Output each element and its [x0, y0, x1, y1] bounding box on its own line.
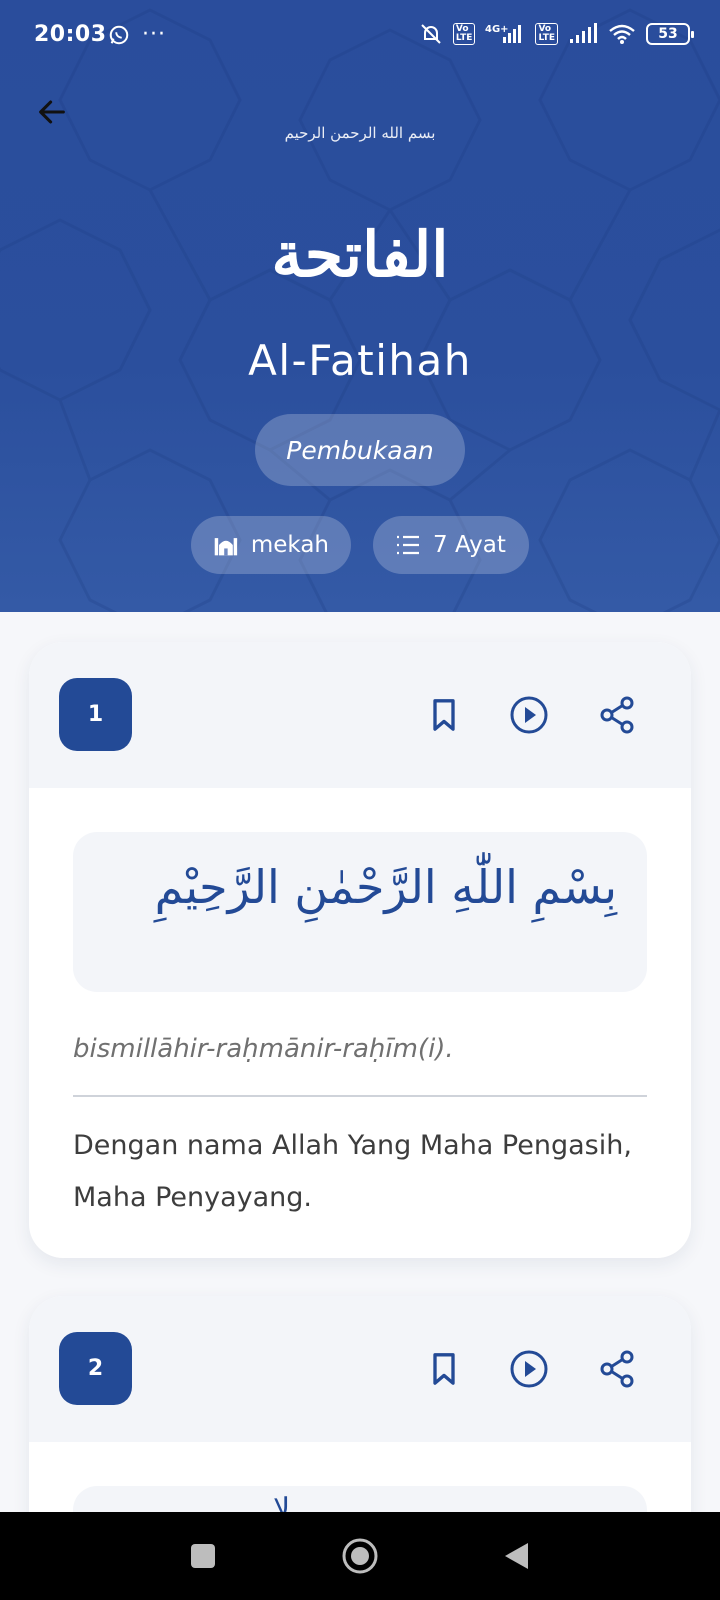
more-notifications-icon: ···	[142, 22, 166, 47]
bismillah-calligraphy: بسم الله الرحمن الرحيم	[284, 124, 436, 142]
share-button[interactable]	[594, 1346, 640, 1392]
home-circle-icon	[342, 1538, 378, 1574]
ayat-number-badge: 1	[59, 678, 132, 751]
volte-icon-2: Vo LTE	[535, 23, 558, 45]
bookmark-button[interactable]	[421, 692, 467, 738]
revelation-place-label: mekah	[250, 532, 329, 558]
bell-muted-icon	[421, 24, 441, 44]
ayat-translation: Dengan nama Allah Yang Maha Pengasih, Ma…	[73, 1130, 632, 1213]
bookmark-icon	[433, 699, 455, 731]
ayat-card: 1 بِسْمِ اللّٰهِ الرَّحْمٰنِ الرَّحِيْمِ…	[29, 642, 691, 1258]
battery-indicator: 53	[646, 23, 694, 45]
whatsapp-icon	[109, 25, 129, 44]
ayat-arabic-text: بِسْمِ اللّٰهِ الرَّحْمٰنِ الرَّحِيْمِ	[73, 832, 647, 992]
wifi-icon	[609, 24, 635, 44]
share-icon	[600, 696, 634, 734]
play-circle-icon	[510, 1350, 548, 1388]
ayat-number-badge: 2	[59, 1332, 132, 1405]
revelation-place-badge: mekah	[191, 516, 351, 574]
ayat-transliteration: bismillāhir-raḥmānir-raḥīm(i).	[73, 1034, 454, 1064]
signal-icon	[570, 23, 597, 43]
ayat-count-badge: 7 Ayat	[373, 516, 529, 574]
play-audio-button[interactable]	[506, 692, 552, 738]
mosque-icon	[214, 538, 238, 556]
geometric-pattern	[0, 8, 720, 612]
status-time: 20:03	[34, 22, 107, 47]
volte-icon: Vo LTE	[452, 23, 476, 45]
share-icon	[600, 1350, 634, 1388]
ayat-card-header: 2	[29, 1296, 691, 1442]
system-back-button[interactable]	[494, 1534, 538, 1578]
surah-name-arabic: الفاتحة	[271, 218, 449, 291]
system-navigation-bar	[0, 1512, 720, 1600]
play-audio-button[interactable]	[506, 1346, 552, 1392]
list-icon	[397, 535, 419, 555]
ayat-count-label: 7 Ayat	[433, 532, 506, 558]
surah-name-latin: Al-Fatihah	[248, 336, 472, 385]
home-button[interactable]	[338, 1534, 382, 1578]
signal-4g-icon: 4G+	[485, 24, 522, 43]
play-circle-icon	[510, 696, 548, 734]
bookmark-icon	[433, 1353, 455, 1385]
square-icon	[191, 1544, 215, 1568]
recent-apps-button[interactable]	[181, 1534, 225, 1578]
divider	[73, 1095, 647, 1097]
status-bar: 20:03 ··· Vo LTE 4G+ Vo LTE 53	[0, 0, 720, 72]
svg-text:4G+: 4G+	[485, 24, 509, 35]
surah-header: 20:03 ··· Vo LTE 4G+ Vo LTE 53 بسم الله …	[0, 0, 720, 612]
share-button[interactable]	[594, 692, 640, 738]
ayat-card-header: 1	[29, 642, 691, 788]
surah-meaning-badge: Pembukaan	[255, 414, 465, 486]
triangle-back-icon	[505, 1543, 528, 1569]
bookmark-button[interactable]	[421, 1346, 467, 1392]
